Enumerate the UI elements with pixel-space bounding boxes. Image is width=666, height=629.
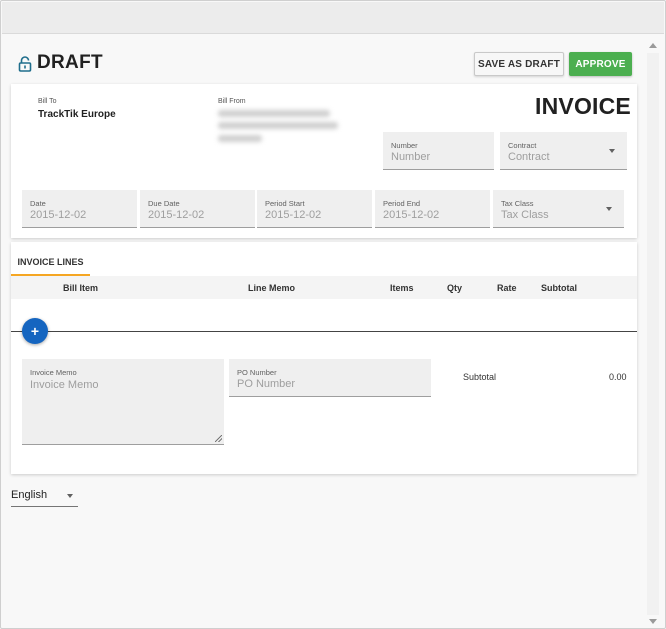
bill-to-value: TrackTik Europe [38,109,116,120]
tax-class-label: Tax Class [501,199,534,208]
date-field[interactable]: Date 2015-12-02 [22,190,137,228]
save-as-draft-button[interactable]: SAVE AS DRAFT [474,52,564,76]
resize-handle-icon[interactable] [215,435,222,442]
vertical-scrollbar[interactable] [646,41,660,626]
lock-open-icon [18,56,32,72]
bill-from-label: Bill From [218,98,246,105]
po-number-field[interactable]: PO Number PO Number [229,359,431,397]
invoice-lines-table-header: Bill Item Line Memo Items Qty Rate Subto… [11,276,637,299]
invoice-memo-textarea[interactable]: Invoice Memo Invoice Memo [22,359,224,445]
bill-from-address-redacted [218,108,340,146]
bill-to-label: Bill To [38,98,57,105]
tax-class-placeholder: Tax Class [501,209,549,221]
period-end-label: Period End [383,199,421,208]
language-value: English [11,489,48,501]
subtotal-value: 0.00 [609,372,627,382]
add-line-button[interactable]: + [22,318,48,344]
language-select[interactable]: English [11,488,78,507]
period-end-value: 2015-12-02 [383,209,440,221]
contract-placeholder: Contract [508,151,550,163]
scroll-down-arrow-icon[interactable] [649,619,657,624]
column-bill-item: Bill Item [63,283,99,293]
period-start-label: Period Start [265,199,305,208]
invoice-status-title: DRAFT [37,52,103,73]
date-label: Date [30,199,46,208]
tab-invoice-lines[interactable]: INVOICE LINES [11,250,90,276]
contract-select[interactable]: Contract Contract [500,132,627,170]
scroll-track[interactable] [647,53,659,615]
subtotal-label: Subtotal [463,372,497,382]
scroll-up-arrow-icon[interactable] [649,43,657,48]
due-date-label: Due Date [148,199,180,208]
invoice-memo-label: Invoice Memo [30,368,77,377]
chevron-down-icon [609,149,615,153]
po-number-label: PO Number [237,368,277,377]
number-placeholder: Number [391,151,431,163]
approve-button[interactable]: APPROVE [569,52,632,76]
chevron-down-icon [67,494,73,498]
tax-class-select[interactable]: Tax Class Tax Class [493,190,624,228]
column-items: Items [390,283,414,293]
po-number-placeholder: PO Number [237,378,296,390]
period-end-field[interactable]: Period End 2015-12-02 [375,190,490,228]
due-date-field[interactable]: Due Date 2015-12-02 [140,190,255,228]
period-start-value: 2015-12-02 [265,209,322,221]
column-line-memo: Line Memo [248,283,296,293]
table-divider [11,331,637,332]
invoice-memo-placeholder: Invoice Memo [30,379,99,391]
period-start-field[interactable]: Period Start 2015-12-02 [257,190,372,228]
column-subtotal: Subtotal [541,283,577,293]
invoice-heading: INVOICE [535,93,631,119]
number-label: Number [391,141,418,150]
due-date-value: 2015-12-02 [148,209,205,221]
contract-label: Contract [508,141,537,150]
column-qty: Qty [447,283,463,293]
number-field[interactable]: Number Number [383,132,494,170]
column-rate: Rate [497,283,517,293]
chevron-down-icon [606,207,612,211]
date-value: 2015-12-02 [30,209,87,221]
window-titlebar [2,2,664,34]
